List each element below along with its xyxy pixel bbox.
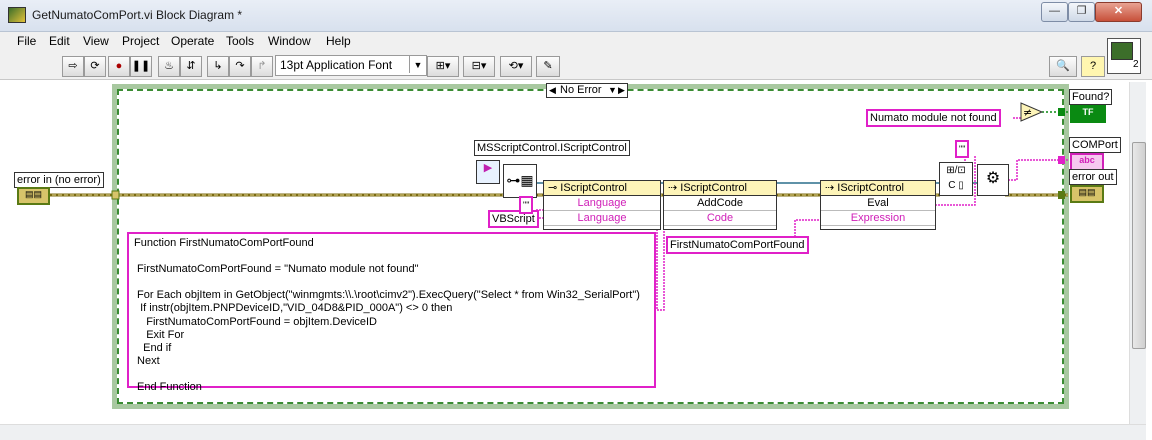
node-header: ⊸ IScriptControl: [544, 181, 660, 196]
close-reference-icon: ⚙: [985, 170, 1001, 187]
found-indicator[interactable]: TF: [1070, 105, 1106, 123]
variant-to-data-node[interactable]: ⊞/⊡ C ▯: [939, 162, 973, 196]
node-class-label: IScriptControl: [837, 182, 904, 194]
node-class-label: IScriptControl: [680, 182, 747, 194]
mscript-label: MSScriptControl.IScriptControl: [474, 140, 630, 156]
error-in-terminal[interactable]: ▤▤: [17, 187, 50, 205]
close-reference-node[interactable]: ⚙: [977, 164, 1009, 196]
error-tunnel-left: [111, 190, 120, 200]
variant-to-data-icon: ⊞/⊡ C ▯: [946, 165, 966, 191]
error-in-label: error in (no error): [14, 172, 104, 188]
node-header: ⇢ IScriptControl: [821, 181, 935, 196]
node-method-row[interactable]: Eval: [821, 196, 935, 211]
invoke-node-eval[interactable]: ⇢ IScriptControl Eval Expression: [820, 180, 936, 230]
automation-open-node[interactable]: ⊶▦: [503, 164, 537, 198]
node-class-label: IScriptControl: [560, 182, 627, 194]
cluster-icon: ▤▤: [1078, 187, 1096, 197]
cluster-icon: ▤▤: [24, 189, 42, 199]
empty-string-constant-2[interactable]: "": [955, 140, 970, 158]
error-out-indicator[interactable]: ▤▤: [1070, 185, 1104, 203]
empty-string-constant[interactable]: "": [519, 196, 534, 214]
refnum-arrow-icon: ▶: [483, 162, 493, 174]
svg-text:≠: ≠: [1023, 106, 1032, 119]
not-equal-compare-icon[interactable]: ≠: [1020, 102, 1044, 122]
comport-label: COMPort: [1069, 137, 1121, 153]
node-method-row[interactable]: AddCode: [664, 196, 776, 211]
node-property-row[interactable]: Language: [544, 211, 660, 226]
vbscript-code-constant[interactable]: Function FirstNumatoComPortFound FirstNu…: [127, 232, 656, 393]
invoke-arrow-icon: ⇢: [668, 182, 681, 194]
error-out-label: error out: [1069, 169, 1117, 185]
string-wire-segment: [656, 220, 665, 311]
node-property-row[interactable]: Language: [544, 196, 660, 211]
found-tf: TF: [1082, 107, 1094, 117]
error-tunnel-right: [1058, 191, 1065, 199]
invoke-node-addcode[interactable]: ⇢ IScriptControl AddCode Code: [663, 180, 777, 230]
refnum-constant[interactable]: ▶: [476, 160, 500, 184]
string-tunnel-right: [1058, 156, 1065, 164]
found-label: Found?: [1069, 89, 1113, 105]
node-parameter-row[interactable]: Expression: [821, 211, 935, 226]
boolean-tunnel-right: [1058, 108, 1065, 116]
node-parameter-row[interactable]: Code: [664, 211, 776, 226]
not-found-constant[interactable]: Numato module not found: [866, 109, 1001, 127]
property-node-language[interactable]: ⊸ IScriptControl Language Language: [543, 180, 661, 230]
invoke-arrow-icon: ⇢: [825, 182, 838, 194]
comport-abc: abc: [1079, 155, 1095, 165]
automation-open-icon: ⊶▦: [506, 172, 534, 188]
node-header: ⇢ IScriptControl: [664, 181, 776, 196]
key-icon: ⊸: [548, 182, 561, 194]
function-name-constant[interactable]: FirstNumatoComPortFound: [666, 236, 809, 254]
